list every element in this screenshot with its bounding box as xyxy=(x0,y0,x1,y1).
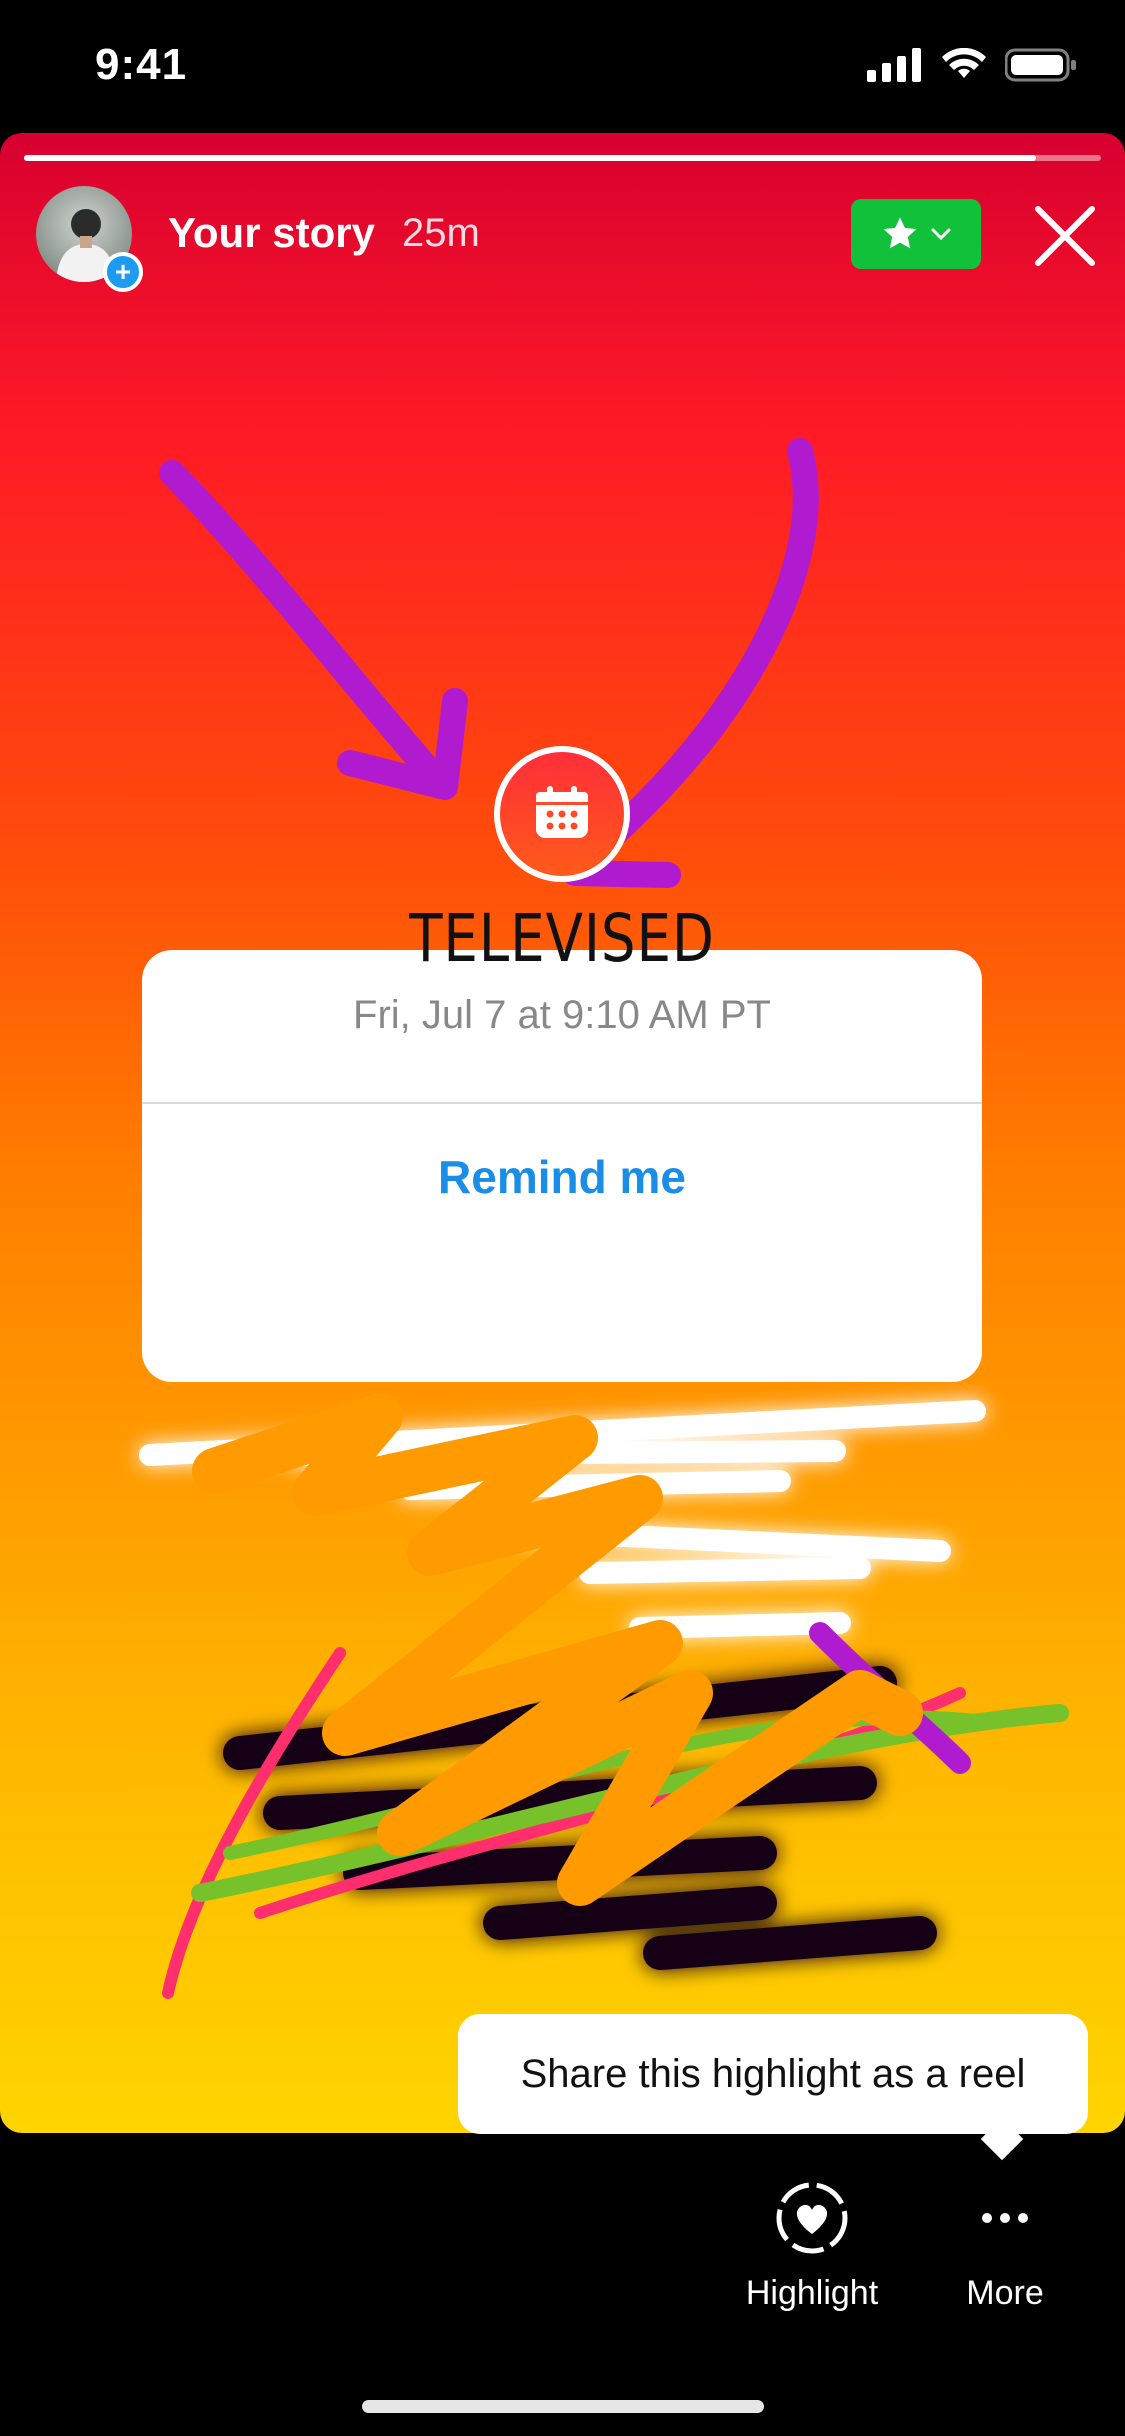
battery-icon xyxy=(1005,48,1076,82)
highlight-label: Highlight xyxy=(745,2274,879,2312)
sticker-calendar-badge xyxy=(494,746,630,882)
more-label: More xyxy=(966,2274,1044,2312)
status-time: 9:41 xyxy=(95,40,188,89)
highlight-button[interactable]: Highlight xyxy=(722,2180,902,2313)
home-indicator xyxy=(362,2400,764,2413)
more-dots-icon xyxy=(982,2213,1028,2223)
status-icons xyxy=(867,48,1077,82)
event-title: TELEVISED xyxy=(409,900,715,977)
more-button[interactable]: More xyxy=(920,2180,1090,2313)
remind-me-button[interactable]: Remind me xyxy=(142,1104,982,1249)
calendar-icon xyxy=(536,786,588,838)
highlight-heart-icon xyxy=(776,2182,848,2254)
signal-icon xyxy=(867,48,921,82)
share-reel-tooltip[interactable]: Share this highlight as a reel xyxy=(458,2014,1088,2134)
event-date: Fri, Jul 7 at 9:10 AM PT xyxy=(353,993,771,1037)
wifi-icon xyxy=(942,48,986,78)
